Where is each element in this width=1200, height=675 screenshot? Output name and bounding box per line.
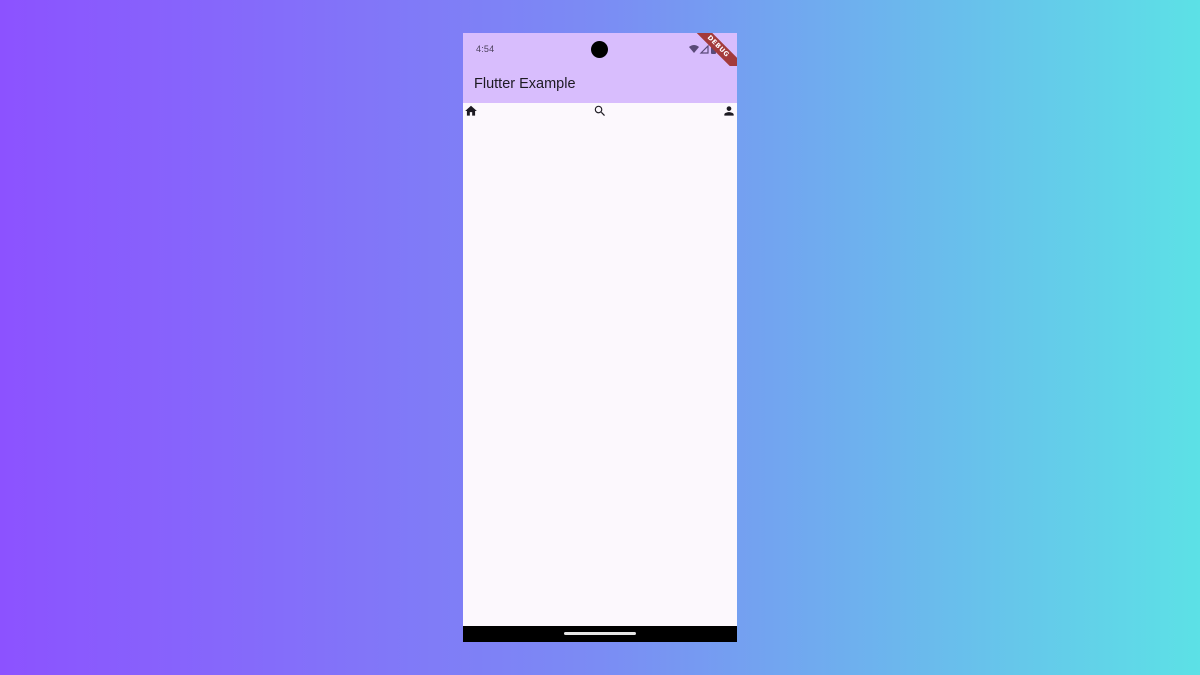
search-icon[interactable] <box>593 104 607 118</box>
person-icon[interactable] <box>722 104 736 118</box>
home-indicator[interactable] <box>564 632 636 635</box>
system-nav-bar <box>463 626 737 642</box>
signal-icon <box>699 44 709 54</box>
app-title: Flutter Example <box>474 76 576 92</box>
content-area <box>463 119 737 626</box>
phone-screen: 4:54 DEBUG Flutter Example <box>463 33 737 642</box>
camera-cutout <box>591 41 608 58</box>
home-icon[interactable] <box>464 104 478 118</box>
wifi-icon <box>689 45 699 53</box>
app-bar: Flutter Example <box>463 66 737 103</box>
tab-bar <box>463 103 737 119</box>
status-bar: 4:54 DEBUG <box>463 33 737 77</box>
status-time: 4:54 <box>476 44 495 54</box>
